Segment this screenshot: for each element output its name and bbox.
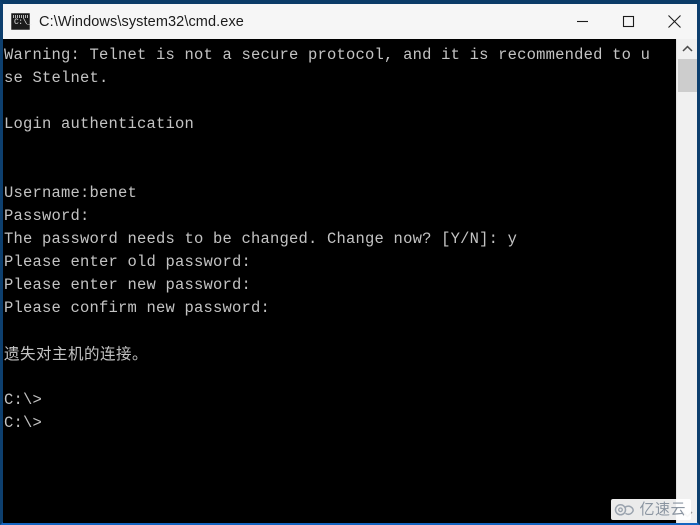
vertical-scrollbar[interactable] <box>676 39 697 523</box>
console-line: C:\> <box>4 391 43 409</box>
console-line: Login authentication <box>4 115 195 133</box>
console-line: Please enter new password: <box>4 276 252 294</box>
console-line: Username:benet <box>4 184 138 202</box>
chevron-up-icon <box>681 45 693 52</box>
cmd-icon-text: C:\_ <box>14 18 32 27</box>
console-line: Please confirm new password: <box>4 299 271 317</box>
console-output[interactable]: Warning: Telnet is not a secure protocol… <box>3 39 676 523</box>
cmd-window: C:\_ C:\Windows\system32\cmd.exe Warning… <box>0 0 700 525</box>
console-line: Password: <box>4 207 90 225</box>
close-icon <box>667 15 681 28</box>
watermark: 亿速云 <box>611 499 691 520</box>
titlebar[interactable]: C:\_ C:\Windows\system32\cmd.exe <box>3 4 697 40</box>
minimize-icon <box>576 20 588 23</box>
console-line: Please enter old password: <box>4 253 252 271</box>
watermark-text: 亿速云 <box>639 500 686 518</box>
console-line: Warning: Telnet is not a secure protocol… <box>4 46 651 64</box>
console-lines: Warning: Telnet is not a secure protocol… <box>3 39 676 435</box>
close-button[interactable] <box>651 4 697 39</box>
scroll-up-button[interactable] <box>677 39 697 58</box>
window-controls <box>559 4 697 39</box>
window-title: C:\Windows\system32\cmd.exe <box>39 13 244 30</box>
cmd-icon: C:\_ <box>11 13 32 30</box>
console-line: se Stelnet. <box>4 69 109 87</box>
console-line: C:\> <box>4 414 43 432</box>
scroll-thumb[interactable] <box>678 59 697 92</box>
cloud-logo-icon <box>615 504 635 516</box>
maximize-button[interactable] <box>605 4 651 39</box>
maximize-icon <box>622 15 634 28</box>
console-line: 遗失对主机的连接。 <box>4 345 149 363</box>
minimize-button[interactable] <box>559 4 605 39</box>
console-line: The password needs to be changed. Change… <box>4 230 518 248</box>
